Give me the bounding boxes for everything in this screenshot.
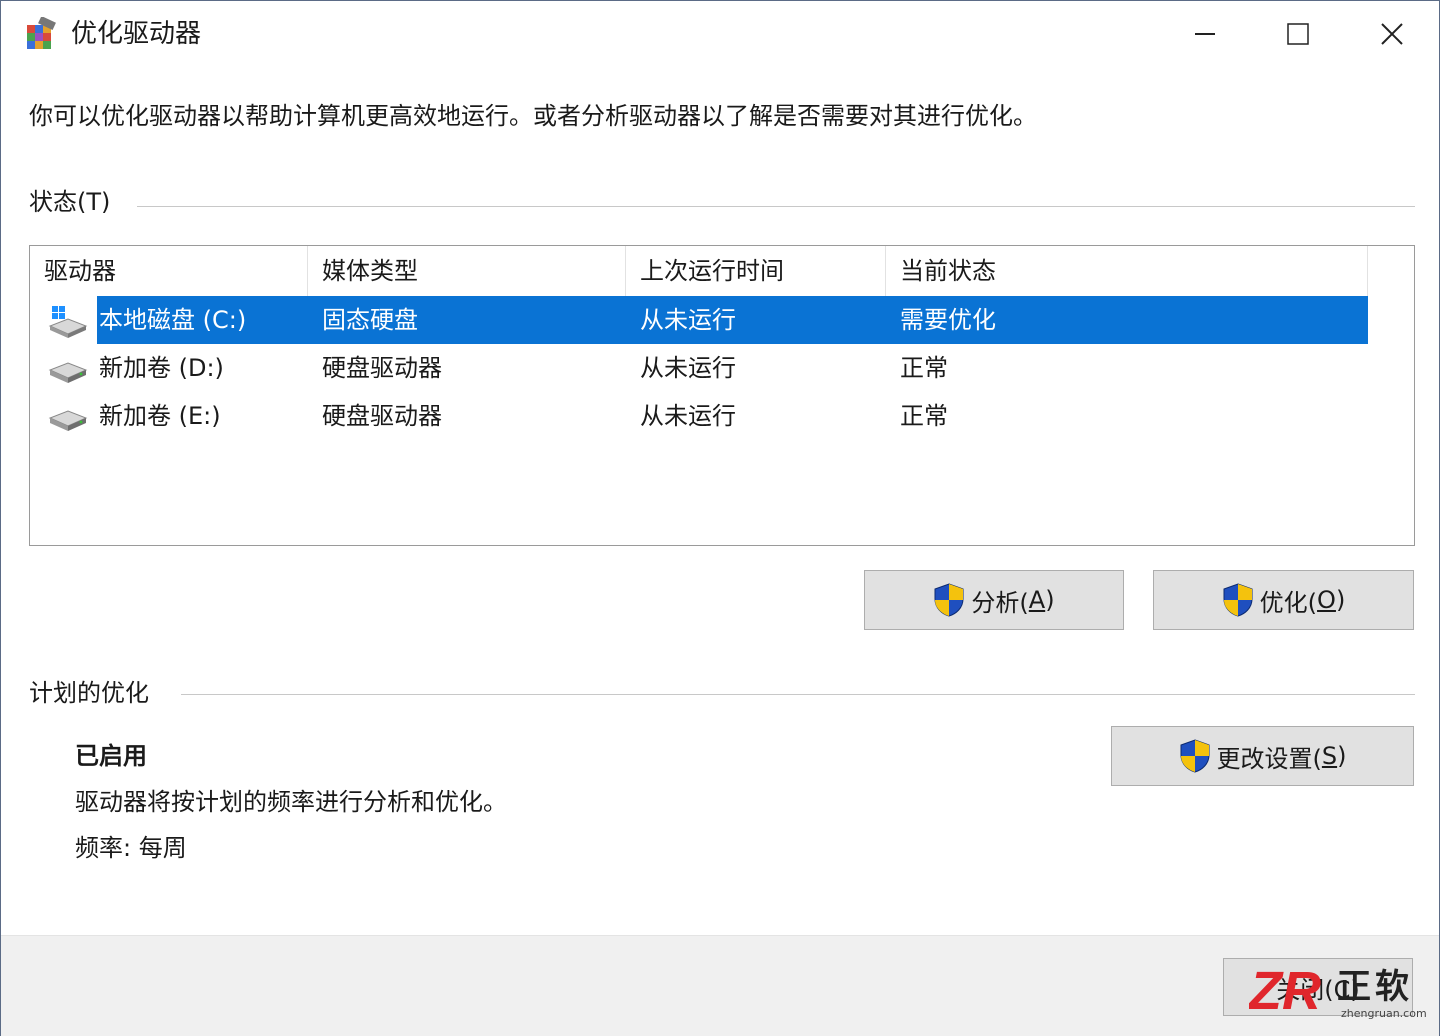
current-status: 正常 — [900, 402, 948, 430]
analyze-button-accesskey: A — [1028, 586, 1046, 614]
windows-drive-icon — [48, 306, 88, 338]
change-settings-accesskey: S — [1321, 742, 1338, 770]
schedule-description: 驱动器将按计划的频率进行分析和优化。 — [75, 788, 507, 816]
watermark-text: 正软 — [1337, 967, 1413, 1007]
watermark-url: zhengruan.com — [1341, 1007, 1427, 1020]
column-header-current-status[interactable]: 当前状态 — [886, 246, 1368, 296]
change-settings-label: 更改设置( — [1216, 744, 1322, 773]
optimize-drives-window: 优化驱动器 你可以优化驱动器以帮助计算机更高效地运行。或者分析驱动器以了解是否需… — [0, 0, 1440, 1036]
media-type: 固态硬盘 — [322, 306, 418, 334]
drive-name: 新加卷 (E:) — [99, 402, 221, 430]
media-type: 硬盘驱动器 — [322, 354, 442, 382]
last-run: 从未运行 — [640, 402, 736, 430]
watermark-logo: ZR — [1249, 963, 1321, 1017]
status-group-label: 状态(T) — [29, 186, 129, 218]
change-settings-button[interactable]: 更改设置(S) — [1111, 726, 1414, 786]
schedule-state: 已启用 — [75, 742, 147, 770]
minimize-icon — [1195, 33, 1215, 35]
uac-shield-icon — [934, 583, 964, 617]
analyze-button-suffix: ) — [1045, 586, 1055, 614]
last-run: 从未运行 — [640, 354, 736, 382]
minimize-button[interactable] — [1159, 9, 1251, 59]
uac-shield-icon — [1223, 583, 1253, 617]
optimize-button-suffix: ) — [1335, 586, 1346, 614]
drive-row-e[interactable]: 新加卷 (E:) 硬盘驱动器 从未运行 正常 — [30, 392, 1368, 440]
watermark-logo-text: ZR — [1249, 963, 1321, 1017]
window-title: 优化驱动器 — [71, 19, 202, 49]
change-settings-suffix: ) — [1337, 742, 1347, 770]
optimize-button-label: 优化( — [1259, 588, 1318, 617]
dialog-footer: 关闭(C) — [1, 935, 1439, 1036]
watermark: ZR 正软 zhengruan.com — [1249, 963, 1435, 1023]
last-run: 从未运行 — [640, 306, 736, 334]
optimize-button[interactable]: 优化(O) — [1153, 570, 1414, 630]
column-header-last-run[interactable]: 上次运行时间 — [626, 246, 886, 296]
optimize-button-accesskey: O — [1317, 586, 1336, 614]
close-button[interactable] — [1346, 9, 1438, 59]
media-type: 硬盘驱动器 — [322, 402, 442, 430]
drive-row-c[interactable]: 本地磁盘 (C:) 固态硬盘 从未运行 需要优化 — [30, 296, 1368, 344]
intro-text: 你可以优化驱动器以帮助计算机更高效地运行。或者分析驱动器以了解是否需要对其进行优… — [29, 102, 1037, 130]
column-header-media-type[interactable]: 媒体类型 — [308, 246, 626, 296]
uac-shield-icon — [1180, 739, 1209, 773]
drives-list-header: 驱动器 媒体类型 上次运行时间 当前状态 — [30, 246, 1368, 296]
drive-row-d[interactable]: 新加卷 (D:) 硬盘驱动器 从未运行 正常 — [30, 344, 1368, 392]
hard-drive-icon — [48, 410, 88, 431]
defrag-app-icon — [27, 17, 56, 49]
current-status: 需要优化 — [900, 306, 996, 334]
drive-name: 新加卷 (D:) — [99, 354, 224, 382]
hard-drive-icon — [48, 362, 88, 383]
maximize-icon — [1287, 23, 1309, 45]
status-group-divider — [137, 206, 1415, 207]
schedule-frequency: 频率: 每周 — [75, 834, 187, 862]
maximize-button[interactable] — [1252, 9, 1344, 59]
close-icon — [1381, 23, 1403, 45]
drives-list[interactable]: 驱动器 媒体类型 上次运行时间 当前状态 本地磁盘 (C:) 固态硬盘 从未运行… — [29, 245, 1415, 546]
analyze-button[interactable]: 分析(A) — [864, 570, 1124, 630]
current-status: 正常 — [900, 354, 948, 382]
column-header-drive[interactable]: 驱动器 — [30, 246, 308, 296]
analyze-button-label: 分析( — [971, 588, 1029, 617]
schedule-group-label: 计划的优化 — [29, 677, 167, 709]
title-bar: 优化驱动器 — [1, 1, 1439, 67]
schedule-group-divider — [181, 694, 1415, 695]
drive-name: 本地磁盘 (C:) — [99, 306, 247, 334]
